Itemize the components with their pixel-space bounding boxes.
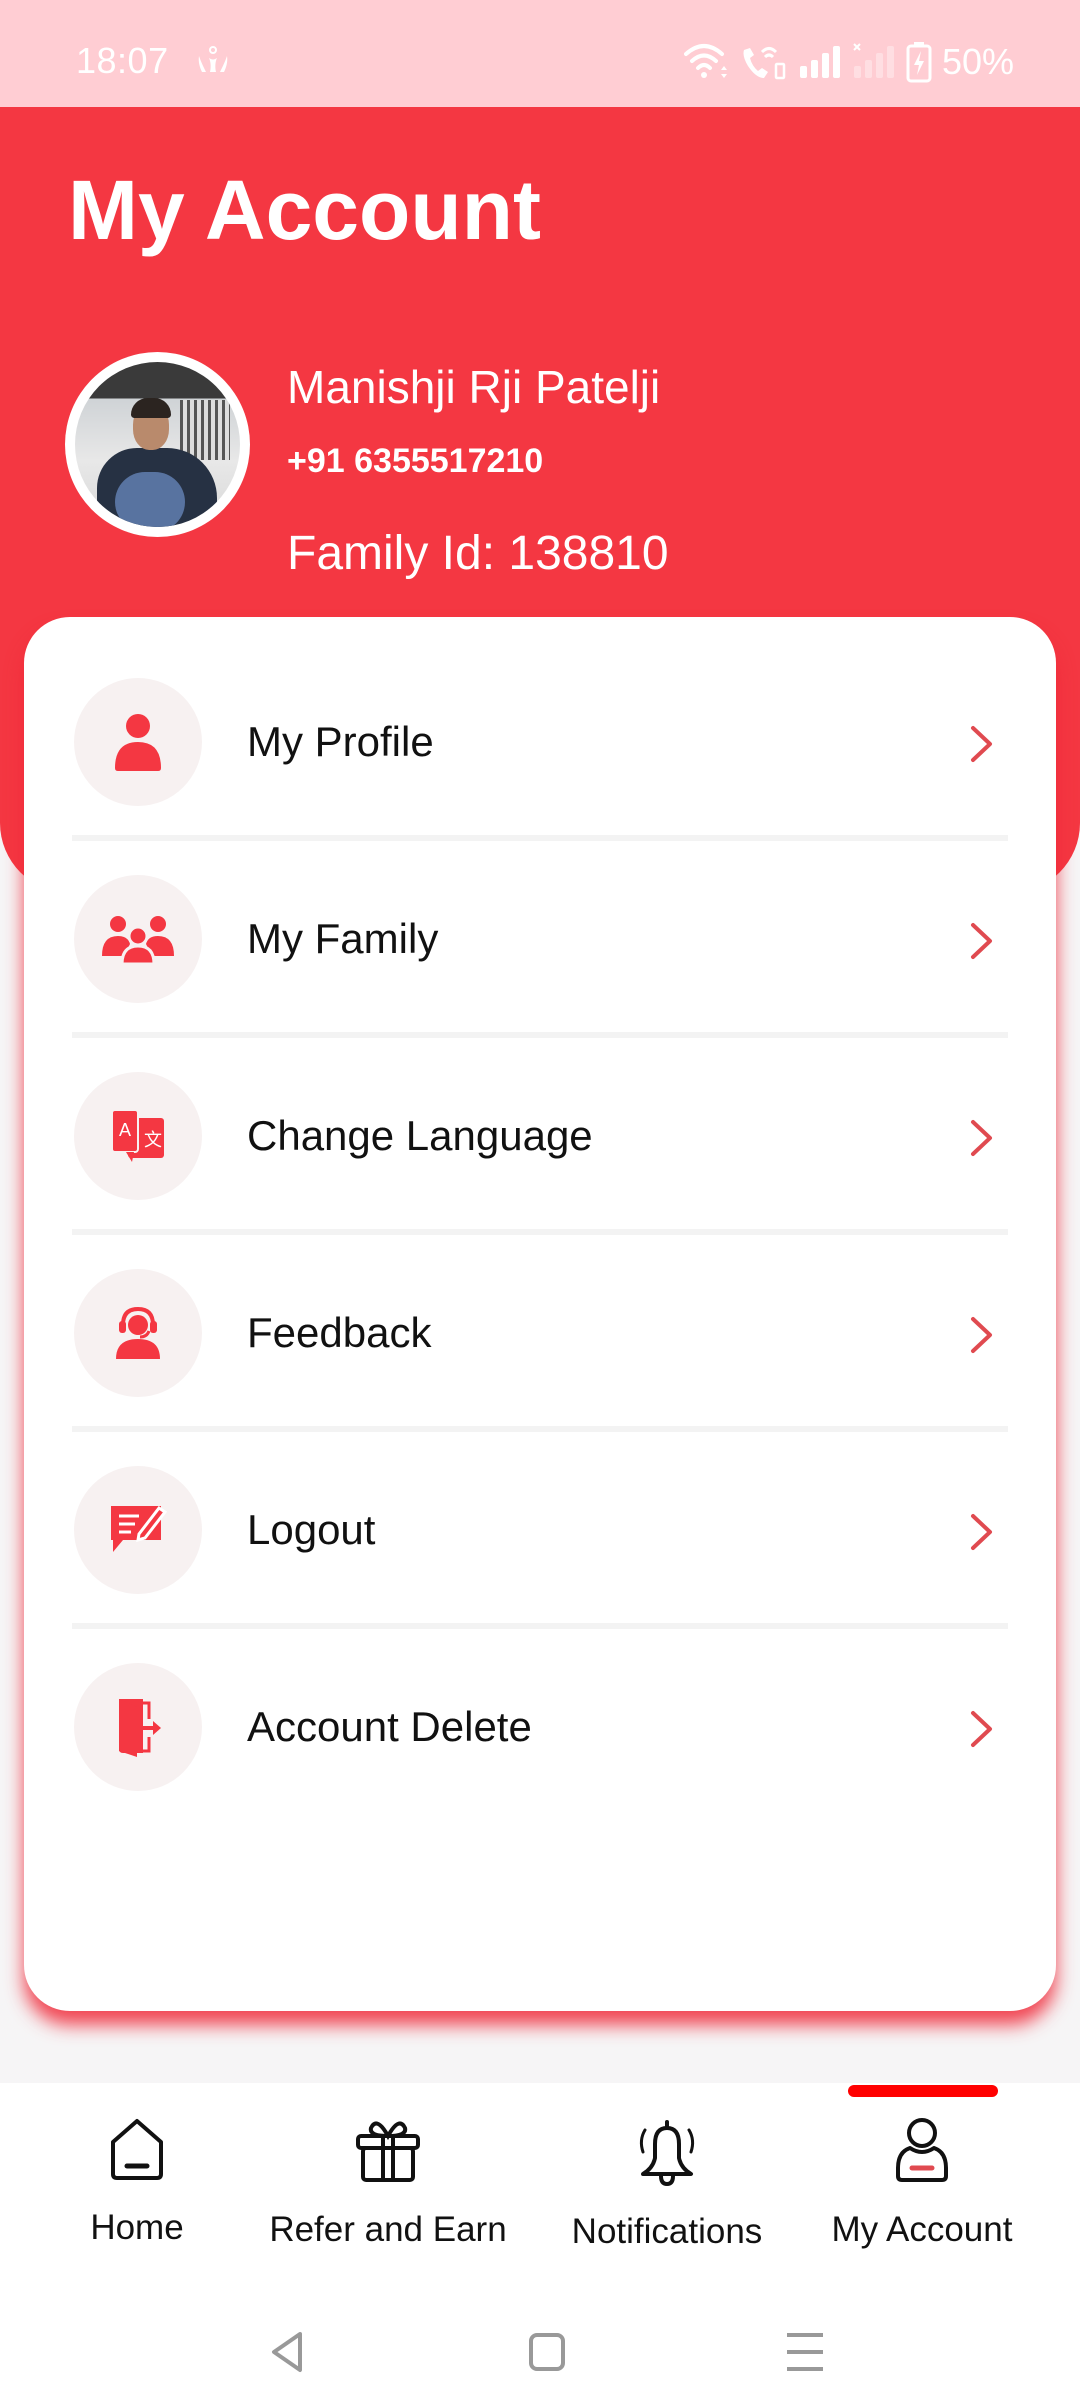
battery-charging-icon — [906, 42, 932, 83]
signal-icon — [799, 46, 840, 78]
gift-icon — [356, 2121, 420, 2182]
home-square-icon — [529, 2333, 565, 2371]
wifi-calling-icon — [743, 47, 786, 80]
back-triangle-icon — [272, 2332, 302, 2372]
svg-text:A: A — [119, 1120, 131, 1140]
nav-tab-my-account[interactable]: My Account — [787, 2103, 1057, 2273]
chevron-right-icon — [971, 923, 992, 959]
chevron-right-icon — [971, 726, 992, 762]
recents-menu-icon — [787, 2333, 823, 2371]
chevron-right-icon — [971, 1120, 992, 1156]
menu-item-account-delete[interactable]: Account Delete — [24, 1616, 1056, 1813]
menu-item-label: Change Language — [247, 1112, 593, 1159]
nav-label: Notifications — [571, 2212, 763, 2251]
system-navigation-bar — [0, 2300, 1080, 2400]
status-time: 18:07 — [76, 40, 169, 81]
menu-item-my-family[interactable]: My Family — [24, 828, 1056, 1038]
user-phone: +91 6355517210 — [287, 442, 544, 480]
translate-icon: A 文 — [111, 1109, 164, 1162]
system-back-button[interactable] — [258, 2322, 318, 2382]
chevron-right-icon — [971, 1711, 992, 1747]
family-id: Family Id: 138810 — [287, 527, 669, 580]
status-bar: 18:07 50% — [0, 0, 1080, 107]
menu-item-label: My Family — [247, 915, 439, 962]
nav-tab-home[interactable]: Home — [2, 2103, 272, 2273]
page-title: My Account — [68, 163, 541, 257]
menu-item-feedback[interactable]: Feedback — [24, 1222, 1056, 1432]
menu-item-label: Feedback — [247, 1309, 432, 1356]
account-menu-card: My Profile My Family A 文 Change Language… — [24, 617, 1056, 2011]
support-agent-icon — [116, 1306, 160, 1359]
family-app-icon — [198, 46, 228, 72]
bell-icon — [639, 2120, 695, 2186]
no-signal-icon — [853, 43, 894, 78]
home-icon — [111, 2119, 163, 2180]
status-icons: 50% — [683, 38, 1014, 86]
nav-label: My Account — [831, 2210, 1013, 2249]
nav-label: Home — [90, 2208, 184, 2247]
exit-door-icon — [119, 1699, 161, 1757]
family-group-icon — [102, 916, 174, 964]
menu-item-label: Account Delete — [247, 1703, 532, 1750]
svg-text:文: 文 — [144, 1130, 162, 1150]
menu-item-label: My Profile — [247, 718, 434, 765]
menu-item-logout[interactable]: Logout — [24, 1419, 1056, 1629]
chevron-right-icon — [971, 1514, 992, 1550]
battery-percent: 50% — [941, 41, 1014, 82]
nav-label: Refer and Earn — [269, 2210, 507, 2249]
avatar[interactable] — [65, 352, 250, 537]
user-photo — [75, 362, 240, 527]
menu-item-my-profile[interactable]: My Profile — [24, 631, 1056, 841]
user-name: Manishji Rji Patelji — [287, 361, 661, 413]
edit-message-icon — [111, 1505, 167, 1552]
menu-item-change-language[interactable]: A 文 Change Language — [24, 1025, 1056, 1235]
nav-tab-refer-and-earn[interactable]: Refer and Earn — [253, 2103, 523, 2273]
nav-tab-notifications[interactable]: Notifications — [532, 2103, 802, 2273]
person-icon — [115, 714, 161, 771]
system-recents-button[interactable] — [775, 2322, 835, 2382]
wifi-icon — [683, 44, 727, 78]
chevron-right-icon — [971, 1317, 992, 1353]
active-tab-indicator — [848, 2085, 998, 2097]
account-icon — [896, 2118, 948, 2182]
system-home-button[interactable] — [517, 2322, 577, 2382]
menu-item-label: Logout — [247, 1506, 376, 1553]
